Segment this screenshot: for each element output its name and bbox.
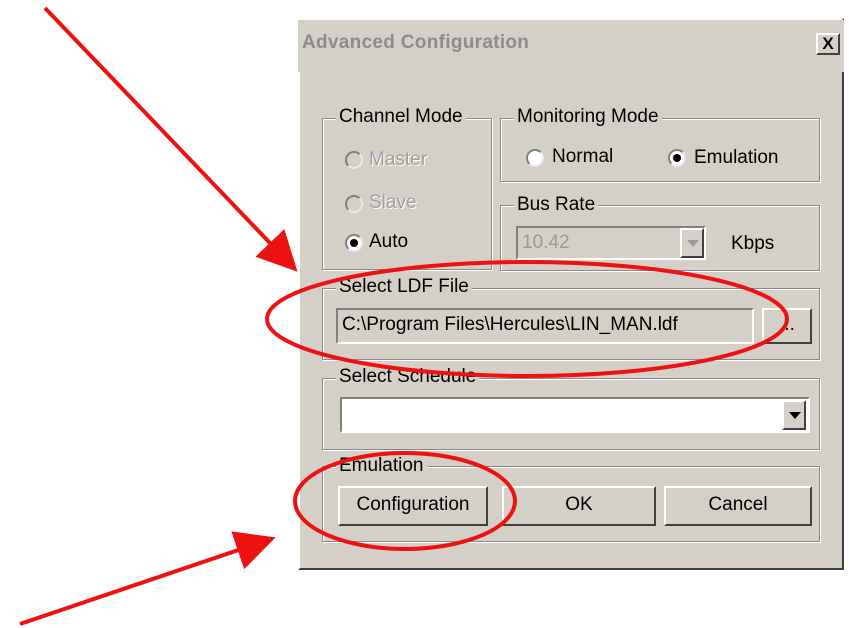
annotation-circle-ldf (265, 260, 789, 378)
annotation-overlay (19, 6, 789, 626)
annotation-circle-configuration (293, 451, 517, 551)
annotation-arrow-configuration (19, 531, 276, 626)
annotation-arrow-ldf (43, 6, 298, 272)
